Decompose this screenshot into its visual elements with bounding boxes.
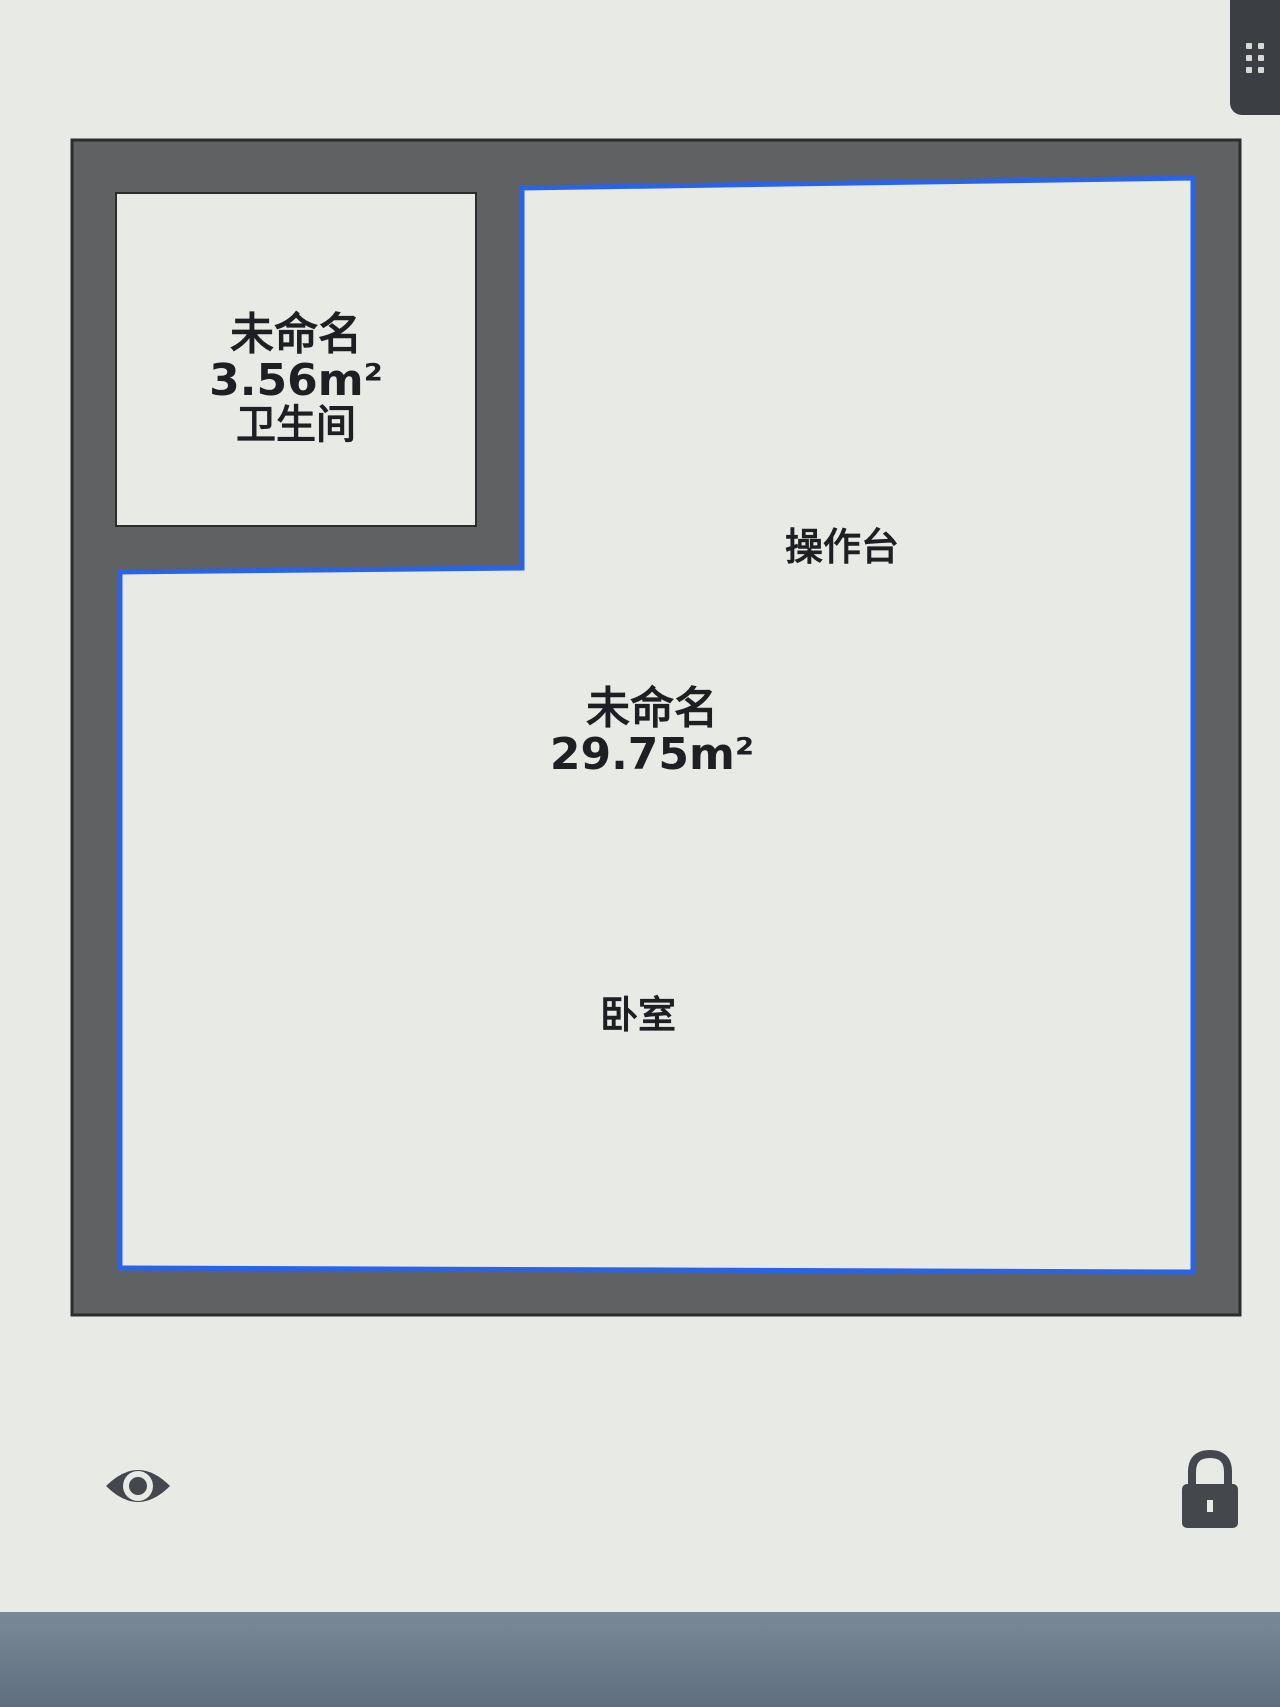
room-name: 未命名	[585, 683, 718, 734]
room-name: 未命名	[230, 309, 362, 360]
lock-icon	[1182, 1449, 1238, 1528]
room-type: 卫生间	[236, 402, 356, 449]
room-area: 29.75m²	[549, 729, 755, 781]
fixture-label-bedroom: 卧室	[599, 993, 677, 1037]
lock-toggle-button[interactable]	[1170, 1448, 1250, 1528]
eye-icon	[106, 1470, 170, 1502]
room-area: 3.56m²	[209, 355, 383, 407]
bathroom-label: 未命名 3.56m² 卫生间	[209, 309, 383, 449]
floorplan-editor-canvas[interactable]: 未命名 3.56m² 卫生间 操作台 未命名 29.75m² 卧室	[0, 0, 1280, 1707]
bottom-bar	[0, 1612, 1280, 1707]
fixture-label-counter: 操作台	[784, 525, 900, 569]
visibility-toggle-button[interactable]	[98, 1446, 178, 1526]
main-room-label: 未命名 29.75m²	[549, 683, 755, 781]
